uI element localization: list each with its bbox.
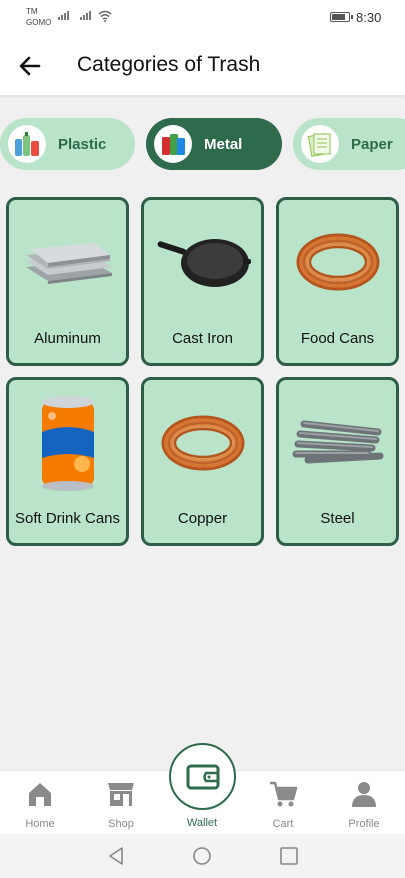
aluminum-sheets-image	[9, 212, 126, 312]
steel-rebar-image	[279, 392, 396, 492]
nav-label-wallet: Wallet	[186, 817, 218, 829]
system-navigation-bar	[0, 834, 405, 878]
copper-wire-coil-image	[144, 392, 261, 492]
battery-icon	[330, 12, 353, 22]
app-bar: Categories of Trash	[0, 36, 405, 96]
nav-label: Cart	[272, 818, 294, 830]
item-label: Cast Iron	[172, 330, 233, 347]
tab-metal[interactable]: Metal	[146, 118, 282, 170]
category-tabs: Plastic Metal Paper	[0, 118, 405, 172]
nav-wallet-button[interactable]	[169, 743, 236, 810]
item-label: Soft Drink Cans	[14, 510, 121, 527]
metal-cans-icon	[154, 125, 192, 163]
frying-pan-image	[144, 212, 261, 312]
nav-label: Home	[25, 818, 55, 830]
nav-label: Profile	[348, 818, 380, 830]
tab-plastic[interactable]: Plastic	[0, 118, 135, 170]
recents-square-icon[interactable]	[279, 846, 299, 866]
home-icon	[29, 783, 51, 806]
wifi-icon	[98, 10, 112, 22]
back-arrow-icon[interactable]	[16, 52, 44, 80]
cart-icon	[270, 781, 298, 807]
paper-stack-icon	[301, 125, 339, 163]
home-circle-icon[interactable]	[192, 846, 212, 866]
item-label: Copper	[177, 510, 228, 527]
profile-icon	[352, 782, 376, 807]
nav-shop[interactable]: Shop	[81, 771, 161, 835]
nav-cart[interactable]: Cart	[243, 771, 323, 835]
nav-label: Shop	[108, 818, 134, 830]
back-triangle-icon[interactable]	[106, 846, 126, 866]
tab-label: Paper	[351, 135, 393, 153]
signal-icon	[80, 11, 91, 20]
item-card-cast-iron[interactable]: Cast Iron	[141, 197, 264, 366]
status-bar: TM GOMO 8:30	[0, 0, 405, 36]
carrier-label: TM GOMO	[26, 7, 52, 27]
plastic-bottles-icon	[8, 125, 46, 163]
item-card-steel[interactable]: Steel	[276, 377, 399, 546]
tab-label: Metal	[204, 135, 243, 153]
item-card-food-cans[interactable]: Food Cans	[276, 197, 399, 366]
item-card-aluminum[interactable]: Aluminum	[6, 197, 129, 366]
tab-label: Plastic	[58, 135, 107, 153]
page-title: Categories of Trash	[77, 53, 261, 76]
item-label: Aluminum	[34, 330, 101, 347]
copper-wire-coil-image	[279, 212, 396, 312]
tab-paper[interactable]: Paper	[293, 118, 405, 170]
item-label: Food Cans	[300, 330, 375, 347]
clock: 8:30	[356, 10, 382, 25]
item-card-copper[interactable]: Copper	[141, 377, 264, 546]
item-label: Steel	[320, 510, 355, 527]
item-card-soft-drink-cans[interactable]: Soft Drink Cans	[6, 377, 129, 546]
nav-profile[interactable]: Profile	[324, 771, 404, 835]
nav-home[interactable]: Home	[0, 771, 80, 835]
wallet-icon	[186, 764, 219, 789]
signal-icon	[58, 11, 69, 20]
shop-icon	[108, 783, 134, 806]
soda-can-image	[9, 392, 126, 492]
